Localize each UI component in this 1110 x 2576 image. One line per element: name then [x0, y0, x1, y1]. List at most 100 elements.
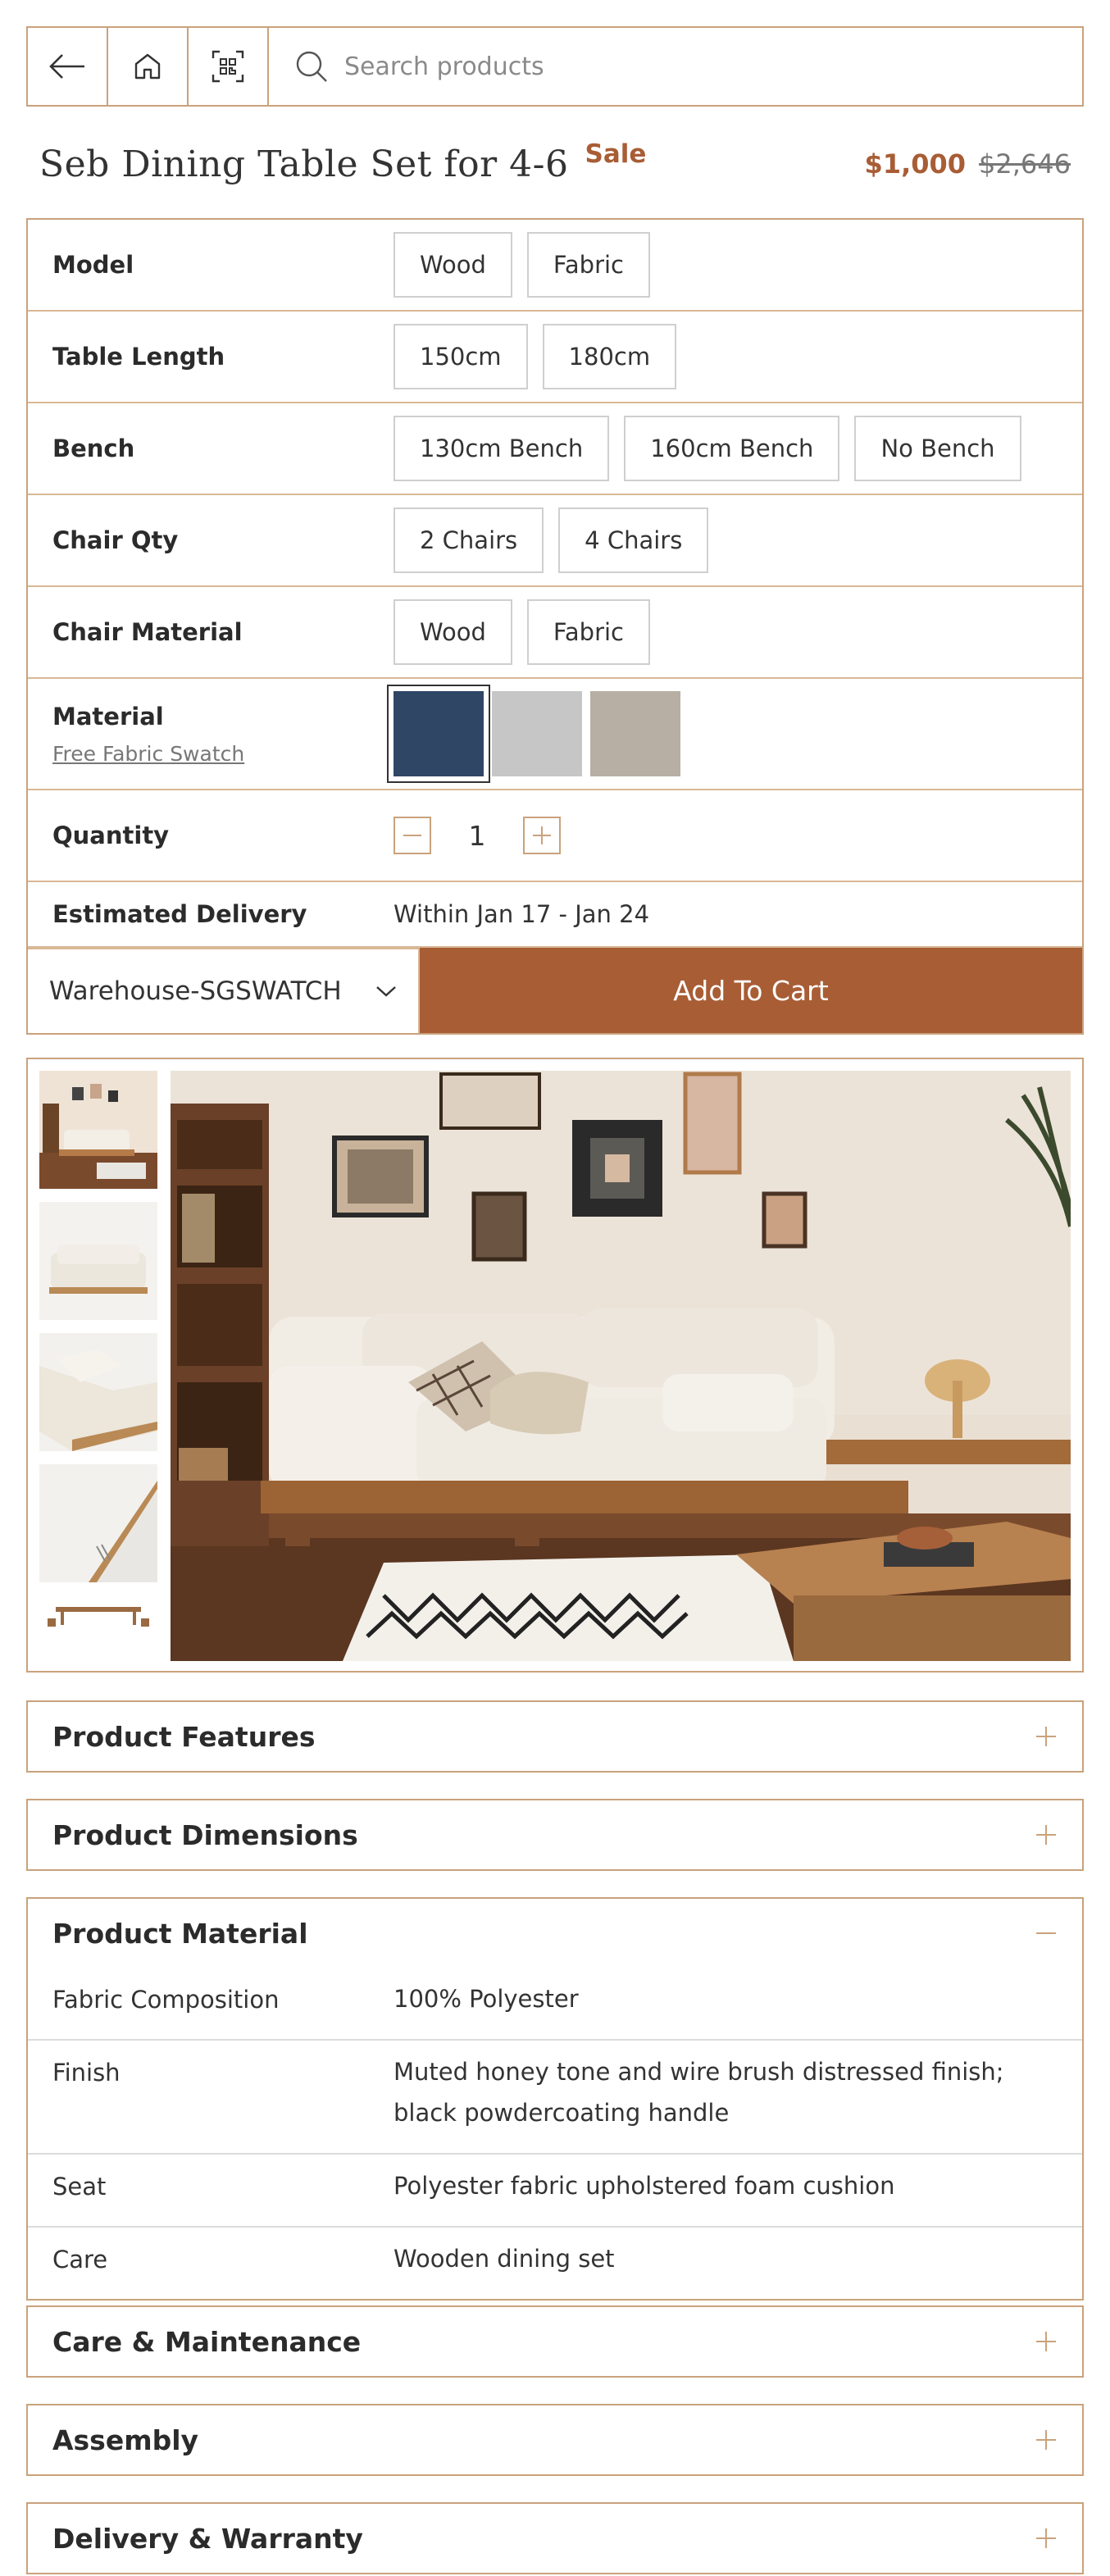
option-label: Bench [52, 435, 135, 462]
spec-value: Polyester fabric upholstered foam cushio… [394, 2172, 895, 2200]
option-row-material: Material Free Fabric Swatch [28, 679, 1082, 790]
option-chip-160cm-bench[interactable]: 160cm Bench [624, 416, 840, 481]
thumbnail-list[interactable] [39, 1071, 157, 1661]
search-icon [296, 51, 327, 82]
spec-value: Wooden dining set [394, 2245, 615, 2273]
spec-key: Care [52, 2246, 108, 2273]
accordion-delivery-warranty[interactable]: Delivery & Warranty [26, 2502, 1084, 2574]
product-options: Model Wood Fabric Table Length 150cm 180… [26, 218, 1084, 1035]
spec-row-care: Care Wooden dining set [28, 2226, 1082, 2299]
back-button[interactable] [28, 28, 108, 105]
option-chip-2-chairs[interactable]: 2 Chairs [394, 507, 544, 573]
spec-row-finish: Finish Muted honey tone and wire brush d… [28, 2039, 1082, 2153]
option-label: Chair Material [52, 618, 243, 646]
option-chip-no-bench[interactable]: No Bench [854, 416, 1021, 481]
option-chip-fabric[interactable]: Fabric [526, 599, 650, 665]
free-fabric-swatch-link[interactable]: Free Fabric Swatch [52, 742, 394, 766]
accordion-title: Delivery & Warranty [52, 2522, 363, 2555]
spec-key: Seat [52, 2173, 107, 2201]
option-chip-130cm-bench[interactable]: 130cm Bench [394, 416, 610, 481]
option-label: Quantity [52, 821, 170, 849]
option-row-quantity: Quantity 1 [28, 790, 1082, 882]
option-chip-wood[interactable]: Wood [394, 232, 512, 298]
quantity-stepper: 1 [394, 817, 561, 854]
increment-button[interactable] [523, 817, 561, 854]
thumbnail-dining-set[interactable] [39, 1595, 157, 1661]
minus-icon [1036, 1932, 1056, 1934]
plus-icon [1036, 2430, 1056, 2450]
scan-button[interactable] [189, 28, 269, 105]
spec-value: 100% Polyester [394, 1985, 579, 2013]
plus-icon [533, 826, 551, 844]
option-chip-fabric[interactable]: Fabric [526, 232, 650, 298]
home-button[interactable] [108, 28, 189, 105]
scan-icon [212, 50, 244, 83]
add-to-cart-button[interactable]: Add To Cart [420, 948, 1082, 1033]
swatch-navy[interactable] [387, 685, 490, 783]
warehouse-select[interactable]: Warehouse-SGSWATCH [28, 948, 420, 1033]
option-chip-wood[interactable]: Wood [394, 599, 512, 665]
thumbnail-living-room[interactable] [39, 1071, 157, 1189]
quantity-value: 1 [468, 819, 486, 852]
plus-icon [1036, 1727, 1056, 1746]
accordion-title: Product Features [52, 1720, 316, 1753]
option-label: Model [52, 251, 134, 279]
arrow-left-icon [49, 54, 84, 79]
option-chip-180cm[interactable]: 180cm [542, 324, 677, 389]
option-row-table-length: Table Length 150cm 180cm [28, 312, 1082, 403]
option-label: Table Length [52, 343, 225, 371]
option-label: Material [52, 702, 164, 730]
accordion-title: Product Material [52, 1917, 308, 1950]
price-block: $1,000 $2,646 [865, 148, 1071, 180]
option-label-block: Material Free Fabric Swatch [28, 703, 394, 766]
minus-icon [403, 835, 421, 836]
accordion-product-material[interactable]: Product Material Fabric Composition 100%… [26, 1897, 1084, 2301]
spec-key: Fabric Composition [52, 1986, 280, 2014]
original-price: $2,646 [979, 148, 1071, 180]
warehouse-value: Warehouse-SGSWATCH [49, 976, 342, 1006]
thumbnail-detail[interactable] [39, 1464, 157, 1582]
option-row-chair-qty: Chair Qty 2 Chairs 4 Chairs [28, 495, 1082, 587]
accordion-title: Care & Maintenance [52, 2325, 362, 2358]
accordion-assembly[interactable]: Assembly [26, 2404, 1084, 2476]
plus-icon [1036, 1825, 1056, 1845]
search-box[interactable] [269, 28, 1082, 105]
main-product-image[interactable] [171, 1071, 1071, 1661]
accordion-title: Assembly [52, 2424, 199, 2456]
plus-icon [1036, 2332, 1056, 2351]
search-input[interactable] [344, 52, 1082, 81]
option-label: Chair Qty [52, 526, 179, 554]
spec-value: Muted honey tone and wire brush distress… [394, 2058, 1004, 2127]
cart-row: Warehouse-SGSWATCH Add To Cart [28, 948, 1082, 1033]
option-chip-4-chairs[interactable]: 4 Chairs [558, 507, 709, 573]
sale-badge: Sale [585, 139, 647, 169]
accordion-title: Product Dimensions [52, 1818, 358, 1851]
option-row-chair-material: Chair Material Wood Fabric [28, 587, 1082, 679]
accordion-product-dimensions[interactable]: Product Dimensions [26, 1799, 1084, 1871]
accordion-product-features[interactable]: Product Features [26, 1700, 1084, 1773]
home-icon [134, 53, 161, 80]
material-spec-table: Fabric Composition 100% Polyester Finish… [28, 1968, 1082, 2299]
accordion-care-maintenance[interactable]: Care & Maintenance [26, 2305, 1084, 2378]
plus-icon [1036, 2528, 1056, 2548]
product-title: Seb Dining Table Set for 4-6 [39, 143, 569, 185]
option-chip-150cm[interactable]: 150cm [394, 324, 528, 389]
spec-row-seat: Seat Polyester fabric upholstered foam c… [28, 2153, 1082, 2226]
spec-key: Finish [52, 2059, 121, 2087]
swatch-beige[interactable] [590, 691, 680, 776]
product-gallery [26, 1058, 1084, 1673]
product-header: Seb Dining Table Set for 4-6 Sale $1,000… [26, 131, 1084, 197]
delivery-estimate: Within Jan 17 - Jan 24 [394, 900, 650, 928]
current-price: $1,000 [864, 148, 967, 180]
top-bar [26, 26, 1084, 107]
option-label: Estimated Delivery [52, 900, 307, 928]
option-row-model: Model Wood Fabric [28, 220, 1082, 312]
option-row-bench: Bench 130cm Bench 160cm Bench No Bench [28, 403, 1082, 495]
decrement-button[interactable] [394, 817, 431, 854]
thumbnail-sofa-angle[interactable] [39, 1333, 157, 1451]
option-row-delivery: Estimated Delivery Within Jan 17 - Jan 2… [28, 882, 1082, 948]
swatch-light-grey[interactable] [492, 691, 582, 776]
thumbnail-sofa-front[interactable] [39, 1202, 157, 1320]
spec-row-fabric-composition: Fabric Composition 100% Polyester [28, 1968, 1082, 2039]
chevron-down-icon [376, 986, 396, 997]
